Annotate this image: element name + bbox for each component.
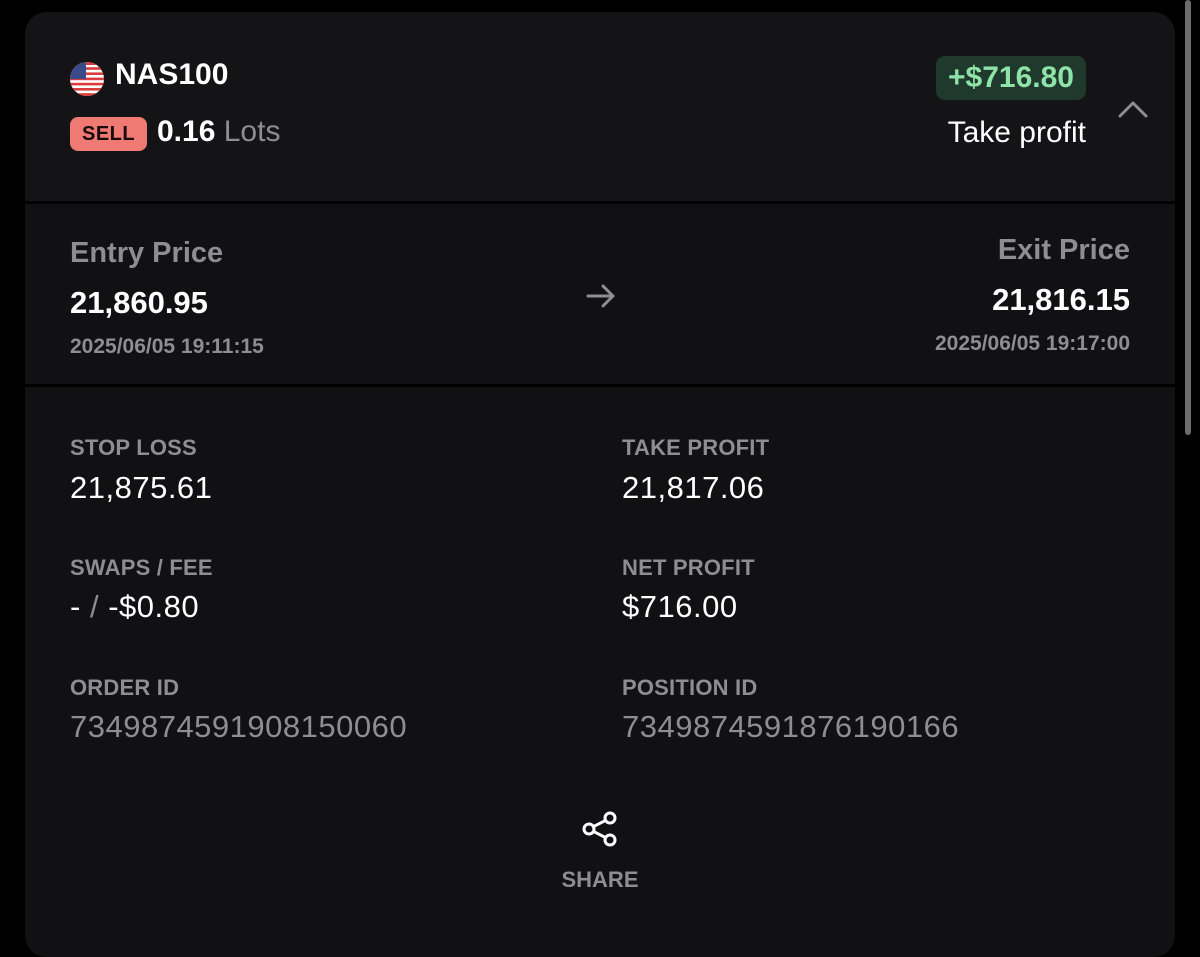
- share-button[interactable]: SHARE: [25, 867, 1175, 893]
- position-id-label: POSITION ID: [622, 675, 758, 700]
- swaps-value: -: [70, 589, 81, 624]
- side-badge: SELL: [70, 117, 148, 151]
- lot-unit: Lots: [223, 115, 281, 148]
- order-id-label: ORDER ID: [70, 675, 180, 700]
- exit-price-value: 21,816.15: [992, 282, 1130, 317]
- chevron-up-icon[interactable]: [1117, 94, 1149, 126]
- take-profit-label: TAKE PROFIT: [622, 435, 770, 460]
- us-flag-icon: [70, 62, 104, 96]
- close-reason: Take profit: [947, 116, 1086, 149]
- header-divider: [25, 201, 1175, 204]
- lot-value: 0.16: [157, 115, 216, 148]
- scrollbar[interactable]: [1185, 0, 1191, 435]
- pnl-badge: +$716.80: [936, 56, 1086, 100]
- take-profit-value: 21,817.06: [622, 470, 765, 505]
- prices-divider: [25, 384, 1175, 387]
- entry-price-value: 21,860.95: [70, 285, 208, 320]
- exit-price-label: Exit Price: [997, 234, 1130, 266]
- stop-loss-label: STOP LOSS: [70, 435, 197, 460]
- entry-time: 2025/06/05 19:11:15: [70, 335, 264, 358]
- exit-time: 2025/06/05 19:17:00: [935, 332, 1130, 355]
- share-icon[interactable]: [581, 810, 619, 848]
- position-id-value: 7349874591876190166: [622, 709, 960, 744]
- lot-size: 0.16 Lots: [157, 115, 280, 149]
- entry-price-label: Entry Price: [70, 237, 224, 269]
- order-id-value: 7349874591908150060: [70, 709, 408, 744]
- swaps-fee-value: - / -$0.80: [70, 589, 199, 625]
- net-profit-value: $716.00: [622, 589, 738, 624]
- trade-header[interactable]: NAS100 SELL 0.16 Lots +$716.80 Take prof…: [25, 12, 1175, 202]
- arrow-right-icon: [585, 280, 617, 312]
- symbol-name: NAS100: [115, 58, 229, 91]
- fee-value: -$0.80: [108, 589, 200, 624]
- swaps-fee-separator: /: [89, 589, 100, 624]
- stop-loss-value: 21,875.61: [70, 470, 213, 505]
- swaps-fee-label: SWAPS / FEE: [70, 555, 213, 580]
- net-profit-label: NET PROFIT: [622, 555, 755, 580]
- trade-detail-card: NAS100 SELL 0.16 Lots +$716.80 Take prof…: [25, 12, 1175, 957]
